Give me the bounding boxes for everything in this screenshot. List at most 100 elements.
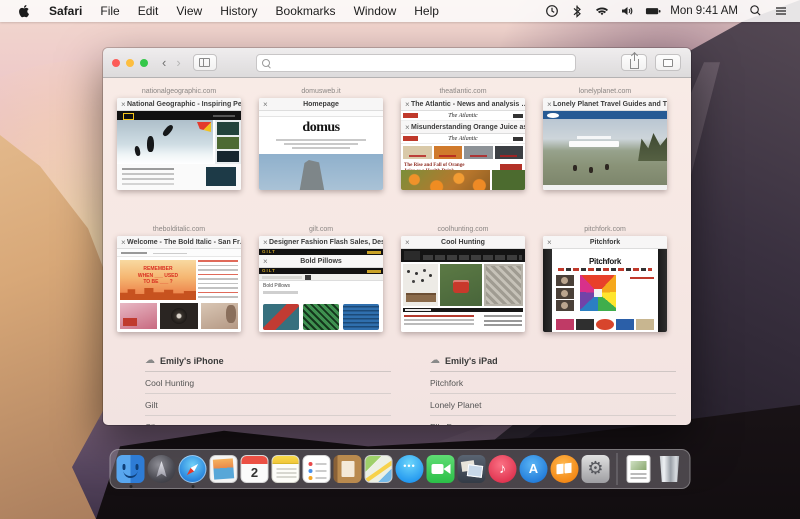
smart-search-field[interactable] [256,54,576,72]
tab-thumbnail-natgeo[interactable]: × National Geographic - Inspiring Peo… [117,98,241,190]
icloud-tab-link[interactable]: Gilt [145,394,391,416]
dock-maps[interactable] [364,455,393,483]
dock-launchpad[interactable] [147,455,176,483]
tab-title-bar[interactable]: × Lonely Planet Travel Guides and Tra… [543,98,667,111]
close-tab-icon[interactable]: × [263,98,268,110]
menu-bookmarks[interactable]: Bookmarks [276,4,336,18]
tab-title-bar[interactable]: × Homepage [259,98,383,111]
menu-view[interactable]: View [176,4,202,18]
bolditalic-header [117,249,241,257]
device-name: Emily's iPad [445,356,498,366]
dock-facetime[interactable] [426,455,455,483]
bluetooth-icon[interactable] [570,4,584,18]
tab-group-coolhunting: coolhunting.com × Cool Hunting [401,224,525,332]
tab-title-bar[interactable]: × Cool Hunting [401,236,525,249]
forward-button[interactable]: › [176,55,180,70]
share-button[interactable] [621,53,647,71]
icloud-tab-link[interactable]: Lonely Planet [430,394,676,416]
battery-icon[interactable] [645,4,661,18]
tab-thumbnail-lonelyplanet[interactable]: × Lonely Planet Travel Guides and Tra… [543,98,667,190]
icloud-tab-link[interactable]: Ciba [145,416,391,425]
menu-edit[interactable]: Edit [138,4,159,18]
back-button[interactable]: ‹ [162,55,166,70]
clock-icon[interactable] [545,4,559,18]
tab-thumbnail-pitchfork[interactable]: × Pitchfork Pitchfork [543,236,667,332]
show-all-tabs-button[interactable] [655,54,681,71]
dock-itunes[interactable] [488,455,517,483]
tab-group-domain: domusweb.it [301,88,341,95]
close-tab-icon[interactable]: × [263,255,268,267]
apple-menu-icon[interactable] [18,4,31,18]
menu-history[interactable]: History [220,4,257,18]
notification-center-icon[interactable] [774,4,788,18]
dock-finder[interactable] [116,455,145,488]
tab-title-bar[interactable]: × Bold Pillows [259,255,383,268]
domus-topbar [259,111,383,117]
pitchfork-content [556,275,654,313]
dock-calendar[interactable]: 2 [240,455,269,483]
icloud-tab-link[interactable]: Elle Decor [430,416,676,425]
search-icon [262,58,271,68]
dock-trash[interactable] [656,455,684,483]
menu-window[interactable]: Window [354,4,397,18]
dock-downloads-document[interactable] [625,455,653,483]
menu-file[interactable]: File [100,4,119,18]
dock-photo-booth[interactable] [457,455,486,483]
close-tab-icon[interactable]: × [547,236,552,248]
icloud-tab-link[interactable]: Pitchfork [430,372,676,394]
dock-reminders[interactable] [302,455,331,483]
volume-icon[interactable] [620,4,634,18]
tab-thumbnail-gilt-stack[interactable]: × Designer Fashion Flash Sales, Des… GIL… [259,236,383,332]
domus-preview: domus [259,111,383,190]
close-window-button[interactable] [112,58,120,67]
close-tab-icon[interactable]: × [547,98,552,110]
tab-group-pitchfork: pitchfork.com × Pitchfork Pitchfork [543,224,667,332]
tab-thumbnail-bolditalic[interactable]: × Welcome - The Bold Italic - San Fr… RE… [117,236,241,332]
natgeo-side-thumbs [215,120,241,164]
close-tab-icon[interactable]: × [405,121,410,133]
tab-title-bar[interactable]: × The Atlantic - News and analysis … [401,98,525,111]
menu-clock-text[interactable]: Mon 9:41 AM [670,5,738,17]
menu-help[interactable]: Help [414,4,439,18]
tab-title-bar[interactable]: × Misunderstanding Orange Juice as… [401,121,525,134]
spotlight-search-icon[interactable] [749,4,763,18]
close-tab-icon[interactable]: × [121,236,126,248]
tab-title-bar[interactable]: × Pitchfork [543,236,667,249]
sidebar-button[interactable] [192,54,217,71]
menu-app-safari[interactable]: Safari [49,4,82,18]
app-store-icon [519,455,548,483]
dock-ibooks[interactable] [550,455,579,483]
tab-thumbnail-coolhunting[interactable]: × Cool Hunting [401,236,525,332]
gilt-pillow-products [263,304,379,330]
dock-system-preferences[interactable] [581,455,610,483]
tab-thumbnail-domus[interactable]: × Homepage domus [259,98,383,190]
icloud-tab-link[interactable]: Cool Hunting [145,372,391,394]
tab-thumbnail-atlantic-stack[interactable]: × The Atlantic - News and analysis … The… [401,98,525,190]
close-tab-icon[interactable]: × [121,98,126,110]
dock-contacts[interactable] [333,455,362,483]
dock-messages[interactable] [395,455,424,483]
atlantic-menu-block [513,113,523,118]
running-indicator [129,485,132,488]
close-tab-icon[interactable]: × [263,236,268,248]
pitchfork-nav [558,268,652,271]
dock-photos[interactable] [209,455,238,483]
close-tab-icon[interactable]: × [405,98,410,110]
dock-safari[interactable] [178,455,207,488]
tab-title-bar[interactable]: × National Geographic - Inspiring Peo… [117,98,241,111]
tab-title-bar[interactable]: × Designer Fashion Flash Sales, Des… [259,236,383,249]
icloud-tabs-section: ☁ Emily's iPhone Cool Hunting Gilt Ciba … [103,350,691,425]
menu-bar-left: Safari File Edit View History Bookmarks … [0,4,439,18]
minimize-window-button[interactable] [126,58,134,67]
wifi-icon[interactable] [595,4,609,18]
bolditalic-sidebar [198,260,238,300]
zoom-window-button[interactable] [140,58,148,67]
close-tab-icon[interactable]: × [405,236,410,248]
gilt-breadcrumb [263,291,379,294]
device-header: ☁ Emily's iPad [430,350,676,372]
tab-group-thebolditalic: thebolditalic.com × Welcome - The Bold I… [117,224,241,332]
penguin [134,145,141,157]
dock-app-store[interactable] [519,455,548,483]
tab-title-bar[interactable]: × Welcome - The Bold Italic - San Fr… [117,236,241,249]
dock-notes[interactable] [271,455,300,483]
